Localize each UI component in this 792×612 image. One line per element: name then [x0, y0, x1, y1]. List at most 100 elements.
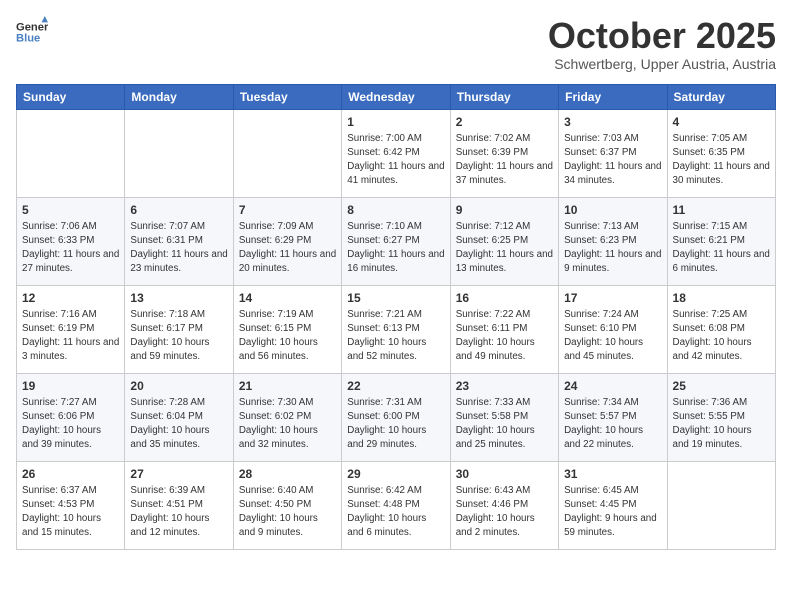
calendar-cell: 6Sunrise: 7:07 AMSunset: 6:31 PMDaylight…: [125, 197, 233, 285]
day-info-text: Sunrise: 7:10 AM: [347, 220, 444, 234]
svg-text:Blue: Blue: [16, 33, 40, 45]
day-info-text: Sunrise: 7:34 AM: [564, 396, 661, 410]
day-info-text: Daylight: 11 hours and 9 minutes.: [564, 248, 661, 275]
day-number: 24: [564, 378, 661, 395]
day-number: 12: [22, 290, 119, 307]
day-number: 11: [673, 202, 770, 219]
day-info-text: Sunrise: 7:30 AM: [239, 396, 336, 410]
day-info-text: Sunset: 6:11 PM: [456, 322, 553, 336]
day-info-text: Daylight: 10 hours and 39 minutes.: [22, 424, 119, 451]
day-info-text: Daylight: 10 hours and 45 minutes.: [564, 336, 661, 363]
day-info-text: Sunset: 4:46 PM: [456, 498, 553, 512]
day-number: 27: [130, 466, 227, 483]
day-info-text: Sunset: 6:19 PM: [22, 322, 119, 336]
calendar-cell: 22Sunrise: 7:31 AMSunset: 6:00 PMDayligh…: [342, 373, 450, 461]
calendar-cell: 2Sunrise: 7:02 AMSunset: 6:39 PMDaylight…: [450, 109, 558, 197]
day-info-text: Daylight: 11 hours and 27 minutes.: [22, 248, 119, 275]
calendar-cell: [125, 109, 233, 197]
location-subtitle: Schwertberg, Upper Austria, Austria: [548, 56, 776, 72]
day-info-text: Sunset: 6:42 PM: [347, 146, 444, 160]
day-info-text: Sunrise: 7:02 AM: [456, 132, 553, 146]
day-info-text: Daylight: 10 hours and 56 minutes.: [239, 336, 336, 363]
day-info-text: Sunset: 6:39 PM: [456, 146, 553, 160]
logo-icon: General Blue: [16, 16, 48, 48]
day-info-text: Sunset: 6:08 PM: [673, 322, 770, 336]
day-number: 2: [456, 114, 553, 131]
day-info-text: Sunrise: 7:06 AM: [22, 220, 119, 234]
day-info-text: Sunset: 6:04 PM: [130, 410, 227, 424]
day-info-text: Daylight: 10 hours and 19 minutes.: [673, 424, 770, 451]
day-number: 28: [239, 466, 336, 483]
day-info-text: Sunset: 6:10 PM: [564, 322, 661, 336]
day-info-text: Daylight: 11 hours and 23 minutes.: [130, 248, 227, 275]
calendar-cell: 7Sunrise: 7:09 AMSunset: 6:29 PMDaylight…: [233, 197, 341, 285]
day-info-text: Sunrise: 7:28 AM: [130, 396, 227, 410]
day-info-text: Sunset: 6:02 PM: [239, 410, 336, 424]
calendar-cell: 14Sunrise: 7:19 AMSunset: 6:15 PMDayligh…: [233, 285, 341, 373]
day-info-text: Sunrise: 7:24 AM: [564, 308, 661, 322]
day-info-text: Daylight: 10 hours and 32 minutes.: [239, 424, 336, 451]
day-number: 6: [130, 202, 227, 219]
title-block: October 2025 Schwertberg, Upper Austria,…: [548, 16, 776, 72]
weekday-header-thursday: Thursday: [450, 84, 558, 109]
day-info-text: Sunset: 4:45 PM: [564, 498, 661, 512]
day-info-text: Sunrise: 7:36 AM: [673, 396, 770, 410]
day-info-text: Sunrise: 7:07 AM: [130, 220, 227, 234]
logo: General Blue: [16, 16, 48, 48]
calendar-cell: 24Sunrise: 7:34 AMSunset: 5:57 PMDayligh…: [559, 373, 667, 461]
day-info-text: Sunrise: 7:19 AM: [239, 308, 336, 322]
svg-text:General: General: [16, 21, 48, 33]
day-info-text: Sunrise: 6:40 AM: [239, 484, 336, 498]
day-info-text: Daylight: 10 hours and 9 minutes.: [239, 512, 336, 539]
day-info-text: Sunset: 6:13 PM: [347, 322, 444, 336]
calendar-cell: 19Sunrise: 7:27 AMSunset: 6:06 PMDayligh…: [17, 373, 125, 461]
day-number: 8: [347, 202, 444, 219]
calendar-week-row: 12Sunrise: 7:16 AMSunset: 6:19 PMDayligh…: [17, 285, 776, 373]
day-number: 16: [456, 290, 553, 307]
day-info-text: Sunset: 5:55 PM: [673, 410, 770, 424]
calendar-cell: 9Sunrise: 7:12 AMSunset: 6:25 PMDaylight…: [450, 197, 558, 285]
day-info-text: Sunset: 6:06 PM: [22, 410, 119, 424]
day-info-text: Daylight: 10 hours and 29 minutes.: [347, 424, 444, 451]
day-number: 17: [564, 290, 661, 307]
calendar-cell: 16Sunrise: 7:22 AMSunset: 6:11 PMDayligh…: [450, 285, 558, 373]
day-info-text: Sunrise: 7:18 AM: [130, 308, 227, 322]
month-title: October 2025: [548, 16, 776, 56]
calendar-cell: [233, 109, 341, 197]
calendar-cell: 8Sunrise: 7:10 AMSunset: 6:27 PMDaylight…: [342, 197, 450, 285]
day-info-text: Daylight: 11 hours and 41 minutes.: [347, 160, 444, 187]
day-info-text: Daylight: 10 hours and 35 minutes.: [130, 424, 227, 451]
day-info-text: Daylight: 10 hours and 42 minutes.: [673, 336, 770, 363]
calendar-week-row: 26Sunrise: 6:37 AMSunset: 4:53 PMDayligh…: [17, 461, 776, 549]
calendar-cell: 23Sunrise: 7:33 AMSunset: 5:58 PMDayligh…: [450, 373, 558, 461]
day-info-text: Sunrise: 7:33 AM: [456, 396, 553, 410]
day-info-text: Sunrise: 7:22 AM: [456, 308, 553, 322]
day-info-text: Daylight: 10 hours and 15 minutes.: [22, 512, 119, 539]
weekday-header-wednesday: Wednesday: [342, 84, 450, 109]
day-info-text: Sunrise: 7:15 AM: [673, 220, 770, 234]
calendar-cell: 28Sunrise: 6:40 AMSunset: 4:50 PMDayligh…: [233, 461, 341, 549]
day-info-text: Sunset: 6:25 PM: [456, 234, 553, 248]
day-number: 22: [347, 378, 444, 395]
day-info-text: Sunset: 5:57 PM: [564, 410, 661, 424]
day-info-text: Daylight: 11 hours and 13 minutes.: [456, 248, 553, 275]
day-info-text: Daylight: 11 hours and 30 minutes.: [673, 160, 770, 187]
day-info-text: Daylight: 11 hours and 20 minutes.: [239, 248, 336, 275]
day-info-text: Daylight: 11 hours and 16 minutes.: [347, 248, 444, 275]
calendar-cell: 18Sunrise: 7:25 AMSunset: 6:08 PMDayligh…: [667, 285, 775, 373]
day-info-text: Sunset: 4:51 PM: [130, 498, 227, 512]
day-number: 7: [239, 202, 336, 219]
day-info-text: Daylight: 10 hours and 6 minutes.: [347, 512, 444, 539]
day-info-text: Sunrise: 6:39 AM: [130, 484, 227, 498]
day-info-text: Sunrise: 6:45 AM: [564, 484, 661, 498]
day-info-text: Sunrise: 7:05 AM: [673, 132, 770, 146]
calendar-cell: 13Sunrise: 7:18 AMSunset: 6:17 PMDayligh…: [125, 285, 233, 373]
day-info-text: Sunset: 6:37 PM: [564, 146, 661, 160]
calendar-cell: 29Sunrise: 6:42 AMSunset: 4:48 PMDayligh…: [342, 461, 450, 549]
day-info-text: Sunset: 6:23 PM: [564, 234, 661, 248]
calendar-week-row: 1Sunrise: 7:00 AMSunset: 6:42 PMDaylight…: [17, 109, 776, 197]
calendar-cell: 1Sunrise: 7:00 AMSunset: 6:42 PMDaylight…: [342, 109, 450, 197]
day-number: 15: [347, 290, 444, 307]
calendar-table: SundayMondayTuesdayWednesdayThursdayFrid…: [16, 84, 776, 550]
calendar-cell: 27Sunrise: 6:39 AMSunset: 4:51 PMDayligh…: [125, 461, 233, 549]
